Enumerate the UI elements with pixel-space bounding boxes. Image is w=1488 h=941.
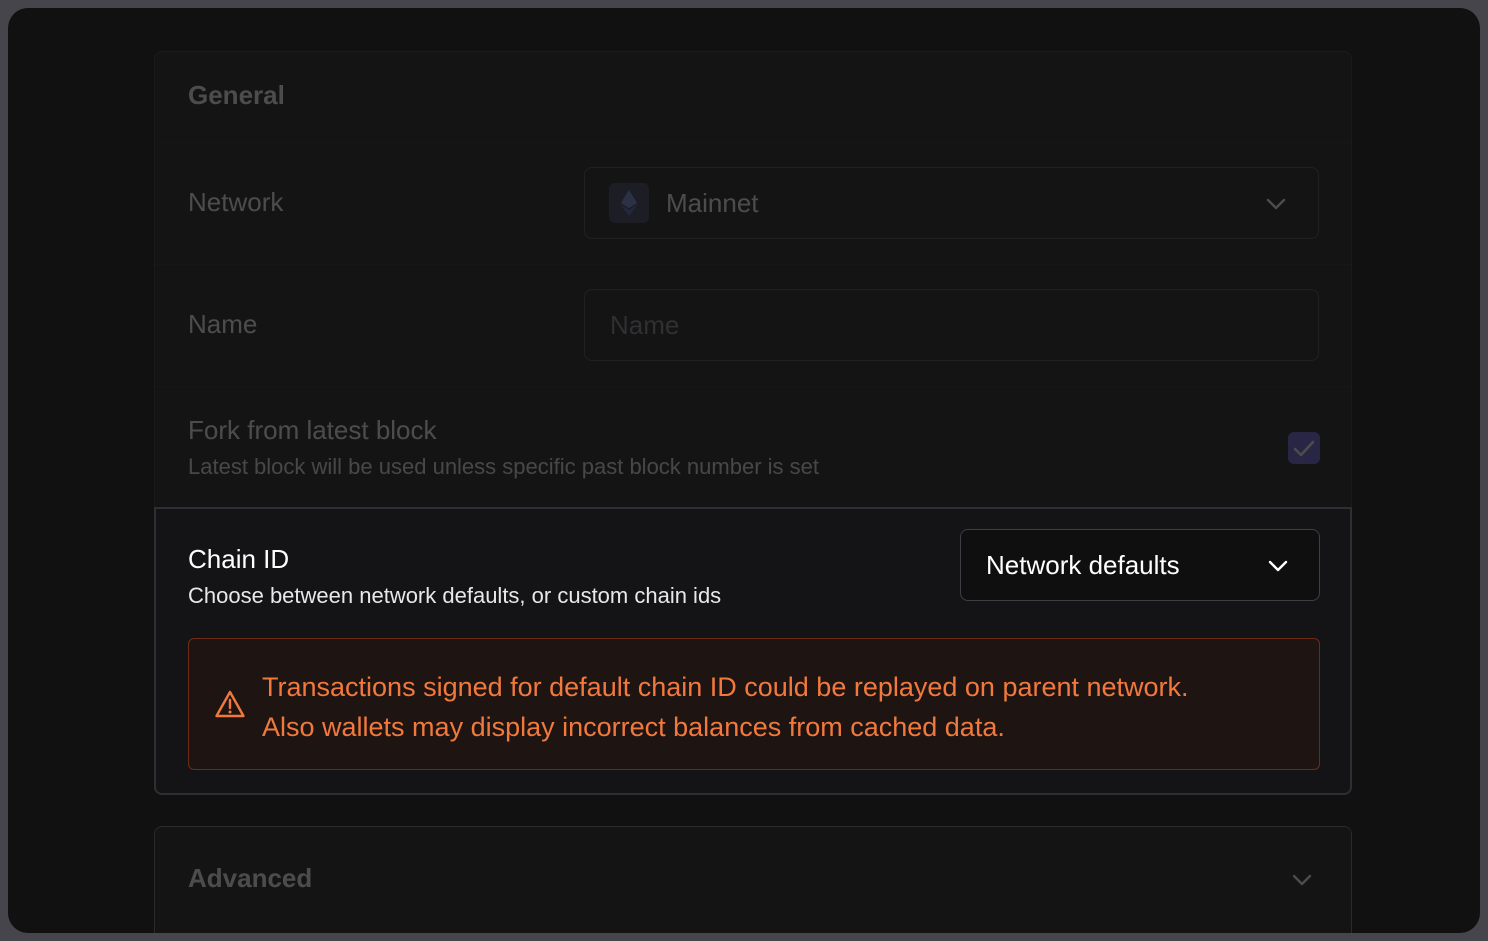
name-label: Name [188,309,258,339]
check-icon [1293,440,1315,457]
fork-label: Fork from latest block [188,415,437,445]
chain-id-description: Choose between network defaults, or cust… [188,583,722,608]
chain-id-value: Network defaults [986,550,1180,580]
general-header: General [155,52,1351,142]
chain-id-select[interactable]: Network defaults [960,529,1320,601]
advanced-section[interactable]: Advanced [154,826,1352,933]
name-row: Name Name [155,265,1351,386]
general-section: General Network Mainnet Name Name Fork f… [154,51,1352,795]
network-select[interactable]: Mainnet [584,167,1319,239]
network-value: Mainnet [666,188,759,218]
ethereum-icon [609,183,649,223]
fork-checkbox[interactable] [1288,432,1320,464]
warning-line-2: Also wallets may display incorrect balan… [262,712,1005,742]
advanced-title: Advanced [188,863,313,893]
name-input[interactable]: Name [584,289,1319,361]
warning-banner: Transactions signed for default chain ID… [188,638,1320,770]
chevron-down-icon [1292,874,1312,886]
warning-line-1: Transactions signed for default chain ID… [262,672,1189,702]
network-row: Network Mainnet [155,143,1351,264]
chevron-down-icon [1266,198,1286,210]
chain-id-label: Chain ID [188,544,290,574]
chevron-down-icon [1268,560,1288,572]
name-placeholder: Name [610,310,680,340]
fork-row: Fork from latest block Latest block will… [155,387,1351,508]
section-title: General [188,80,285,110]
warning-message: Transactions signed for default chain ID… [262,667,1189,747]
fork-description: Latest block will be used unless specifi… [188,454,819,479]
network-label: Network [188,187,284,217]
warning-icon [215,690,245,718]
app-window: General Network Mainnet Name Name Fork f… [8,8,1480,933]
